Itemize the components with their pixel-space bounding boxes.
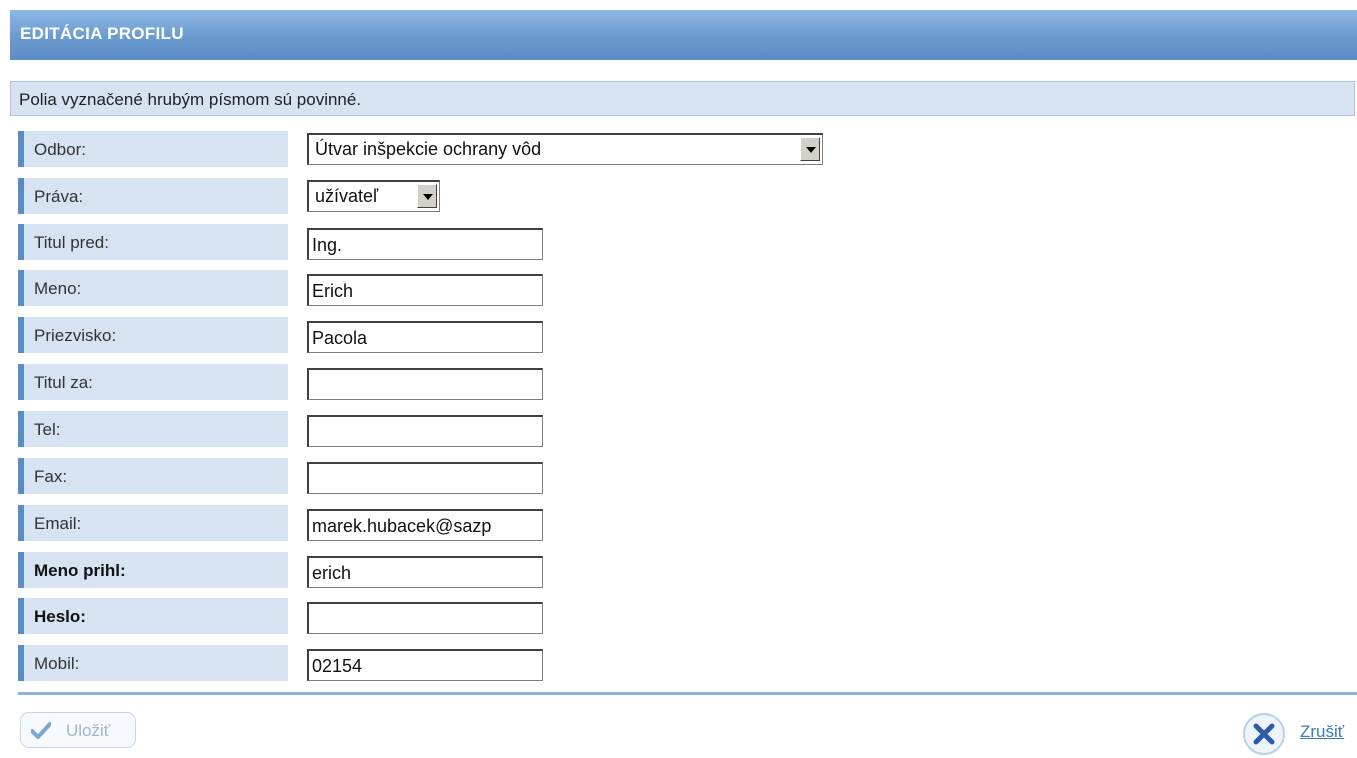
odbor-label: Odbor:	[34, 140, 86, 159]
titul-pred-input[interactable]	[307, 228, 543, 260]
mobil-label: Mobil:	[34, 654, 80, 673]
page-header: EDITÁCIA PROFILU	[10, 10, 1357, 60]
prava-select[interactable]: užívateľ	[307, 180, 440, 212]
cancel-link[interactable]: Zrušiť	[1300, 722, 1344, 742]
row-heslo: Heslo:	[18, 598, 798, 634]
save-button[interactable]: Uložiť	[20, 712, 136, 748]
heslo-label: Heslo:	[34, 607, 86, 626]
meno-label: Meno:	[34, 279, 82, 298]
label-cell: Titul za:	[18, 364, 288, 400]
row-fax: Fax:	[18, 458, 798, 494]
heslo-input[interactable]	[307, 602, 543, 634]
meno-prihl-label: Meno prihl:	[34, 561, 126, 580]
row-prava: Práva: užívateľ	[18, 178, 798, 214]
label-cell: Meno prihl:	[18, 552, 288, 588]
titul-za-input[interactable]	[307, 368, 543, 400]
priezvisko-label: Priezvisko:	[34, 326, 117, 345]
meno-input[interactable]	[307, 274, 543, 306]
row-meno: Meno:	[18, 270, 798, 306]
label-cell: Fax:	[18, 458, 288, 494]
mobil-input[interactable]	[307, 649, 543, 681]
row-mobil: Mobil:	[18, 645, 798, 681]
checkmark-icon	[31, 722, 51, 739]
label-cell: Meno:	[18, 270, 288, 306]
row-meno-prihl: Meno prihl:	[18, 552, 798, 588]
label-cell: Priezvisko:	[18, 317, 288, 353]
chevron-down-icon[interactable]	[417, 184, 437, 208]
label-cell: Odbor:	[18, 131, 288, 167]
label-cell: Titul pred:	[18, 224, 288, 260]
divider	[18, 692, 1357, 695]
fax-input[interactable]	[307, 462, 543, 494]
required-fields-notice: Polia vyznačené hrubým písmom sú povinné…	[10, 81, 1355, 116]
tel-label: Tel:	[34, 420, 61, 439]
label-cell: Práva:	[18, 178, 288, 214]
chevron-down-icon[interactable]	[800, 137, 820, 161]
row-priezvisko: Priezvisko:	[18, 317, 798, 353]
row-titul-za: Titul za:	[18, 364, 798, 400]
label-cell: Email:	[18, 505, 288, 541]
save-button-label: Uložiť	[66, 721, 111, 740]
tel-input[interactable]	[307, 415, 543, 447]
row-odbor: Odbor: Útvar inšpekcie ochrany vôd	[18, 131, 823, 167]
prava-label: Práva:	[34, 187, 84, 206]
odbor-select-value: Útvar inšpekcie ochrany vôd	[315, 139, 542, 159]
prava-select-value: užívateľ	[315, 186, 379, 206]
email-label: Email:	[34, 514, 82, 533]
priezvisko-input[interactable]	[307, 321, 543, 353]
label-cell: Tel:	[18, 411, 288, 447]
email-input[interactable]	[307, 509, 543, 541]
close-icon[interactable]	[1242, 712, 1286, 756]
notice-text: Polia vyznačené hrubým písmom sú povinné…	[19, 90, 362, 109]
row-tel: Tel:	[18, 411, 798, 447]
row-titul-pred: Titul pred:	[18, 224, 798, 260]
page-title: EDITÁCIA PROFILU	[20, 24, 184, 43]
row-email: Email:	[18, 505, 798, 541]
odbor-select[interactable]: Útvar inšpekcie ochrany vôd	[307, 133, 823, 165]
fax-label: Fax:	[34, 467, 68, 486]
meno-prihl-input[interactable]	[307, 556, 543, 588]
titul-za-label: Titul za:	[34, 373, 93, 392]
titul-pred-label: Titul pred:	[34, 233, 109, 252]
label-cell: Heslo:	[18, 598, 288, 634]
label-cell: Mobil:	[18, 645, 288, 681]
